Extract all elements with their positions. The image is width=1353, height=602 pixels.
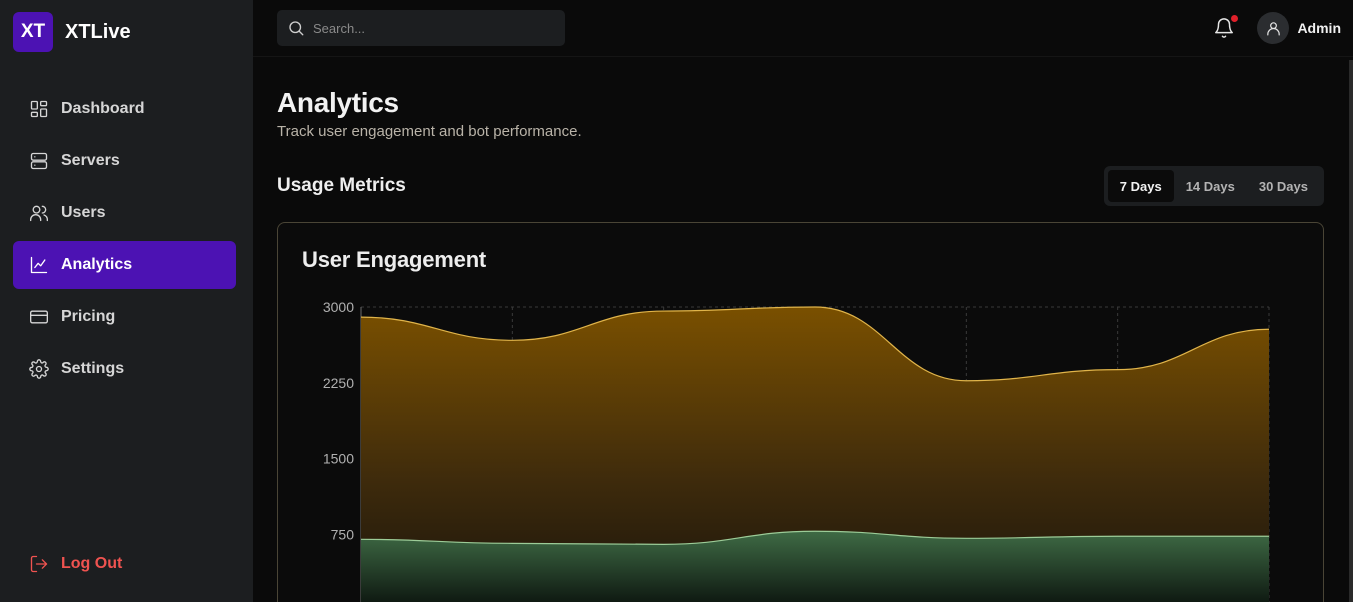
metrics-header: Usage Metrics 7 Days 14 Days 30 Days [277, 166, 1324, 206]
y-tick-label: 1500 [323, 451, 354, 467]
engagement-chart: 3000 2250 1500 750 [277, 240, 1327, 602]
search-box[interactable] [277, 10, 565, 46]
range-7-days-button[interactable]: 7 Days [1107, 170, 1174, 202]
scrollbar[interactable] [1349, 60, 1353, 602]
main-area: Admin Analytics Track user engagement an… [253, 0, 1353, 602]
sidebar-item-servers[interactable]: Servers [13, 137, 236, 185]
brand-logo: XT [13, 12, 53, 52]
logout-button[interactable]: Log Out [13, 540, 122, 588]
chart-line-icon [30, 256, 48, 274]
y-tick-label: 2250 [323, 375, 354, 391]
metrics-title: Usage Metrics [277, 175, 406, 196]
sidebar-item-pricing[interactable]: Pricing [13, 293, 236, 341]
sidebar-item-label: Servers [61, 152, 120, 169]
brand[interactable]: XT XTLive [0, 0, 253, 64]
credit-card-icon [30, 310, 48, 324]
sidebar-item-analytics[interactable]: Analytics [13, 241, 236, 289]
sidebar-item-label: Settings [61, 360, 125, 377]
range-selector: 7 Days 14 Days 30 Days [1103, 166, 1324, 206]
sidebar-item-label: Users [61, 204, 106, 221]
y-tick-label: 750 [331, 526, 355, 542]
sidebar-item-label: Pricing [61, 308, 116, 325]
app-root: XT XTLive Dashboard Servers Users Analyt… [0, 0, 1353, 602]
logout-label: Log Out [61, 555, 123, 572]
y-tick-label: 3000 [323, 299, 354, 315]
search-icon [289, 21, 304, 36]
range-30-days-button[interactable]: 30 Days [1247, 170, 1320, 202]
notification-dot [1231, 15, 1239, 22]
sidebar-item-users[interactable]: Users [13, 189, 236, 237]
sidebar: XT XTLive Dashboard Servers Users Analyt… [0, 0, 253, 602]
brand-name: XTLive [65, 20, 131, 43]
user-icon [1267, 21, 1280, 35]
search-input[interactable] [313, 20, 553, 36]
sidebar-nav: Dashboard Servers Users Analytics Pricin… [0, 85, 253, 393]
page-title: Analytics [277, 87, 399, 118]
topbar: Admin [253, 0, 1353, 57]
engagement-chart-svg: 3000 2250 1500 750 [323, 299, 1270, 602]
topbar-actions: Admin [1213, 12, 1341, 44]
avatar[interactable] [1257, 12, 1290, 44]
sidebar-item-dashboard[interactable]: Dashboard [13, 85, 236, 133]
sidebar-item-label: Analytics [61, 256, 133, 273]
sidebar-item-settings[interactable]: Settings [13, 345, 236, 393]
user-name[interactable]: Admin [1297, 20, 1341, 36]
range-14-days-button[interactable]: 14 Days [1174, 170, 1247, 202]
logout-icon [30, 555, 48, 573]
notifications-button[interactable] [1213, 15, 1239, 39]
sidebar-item-label: Dashboard [61, 100, 145, 117]
page-subtitle: Track user engagement and bot performanc… [277, 123, 582, 140]
gear-icon [29, 359, 49, 379]
server-icon [30, 152, 48, 170]
users-icon [30, 205, 48, 222]
dashboard-icon [30, 100, 48, 118]
